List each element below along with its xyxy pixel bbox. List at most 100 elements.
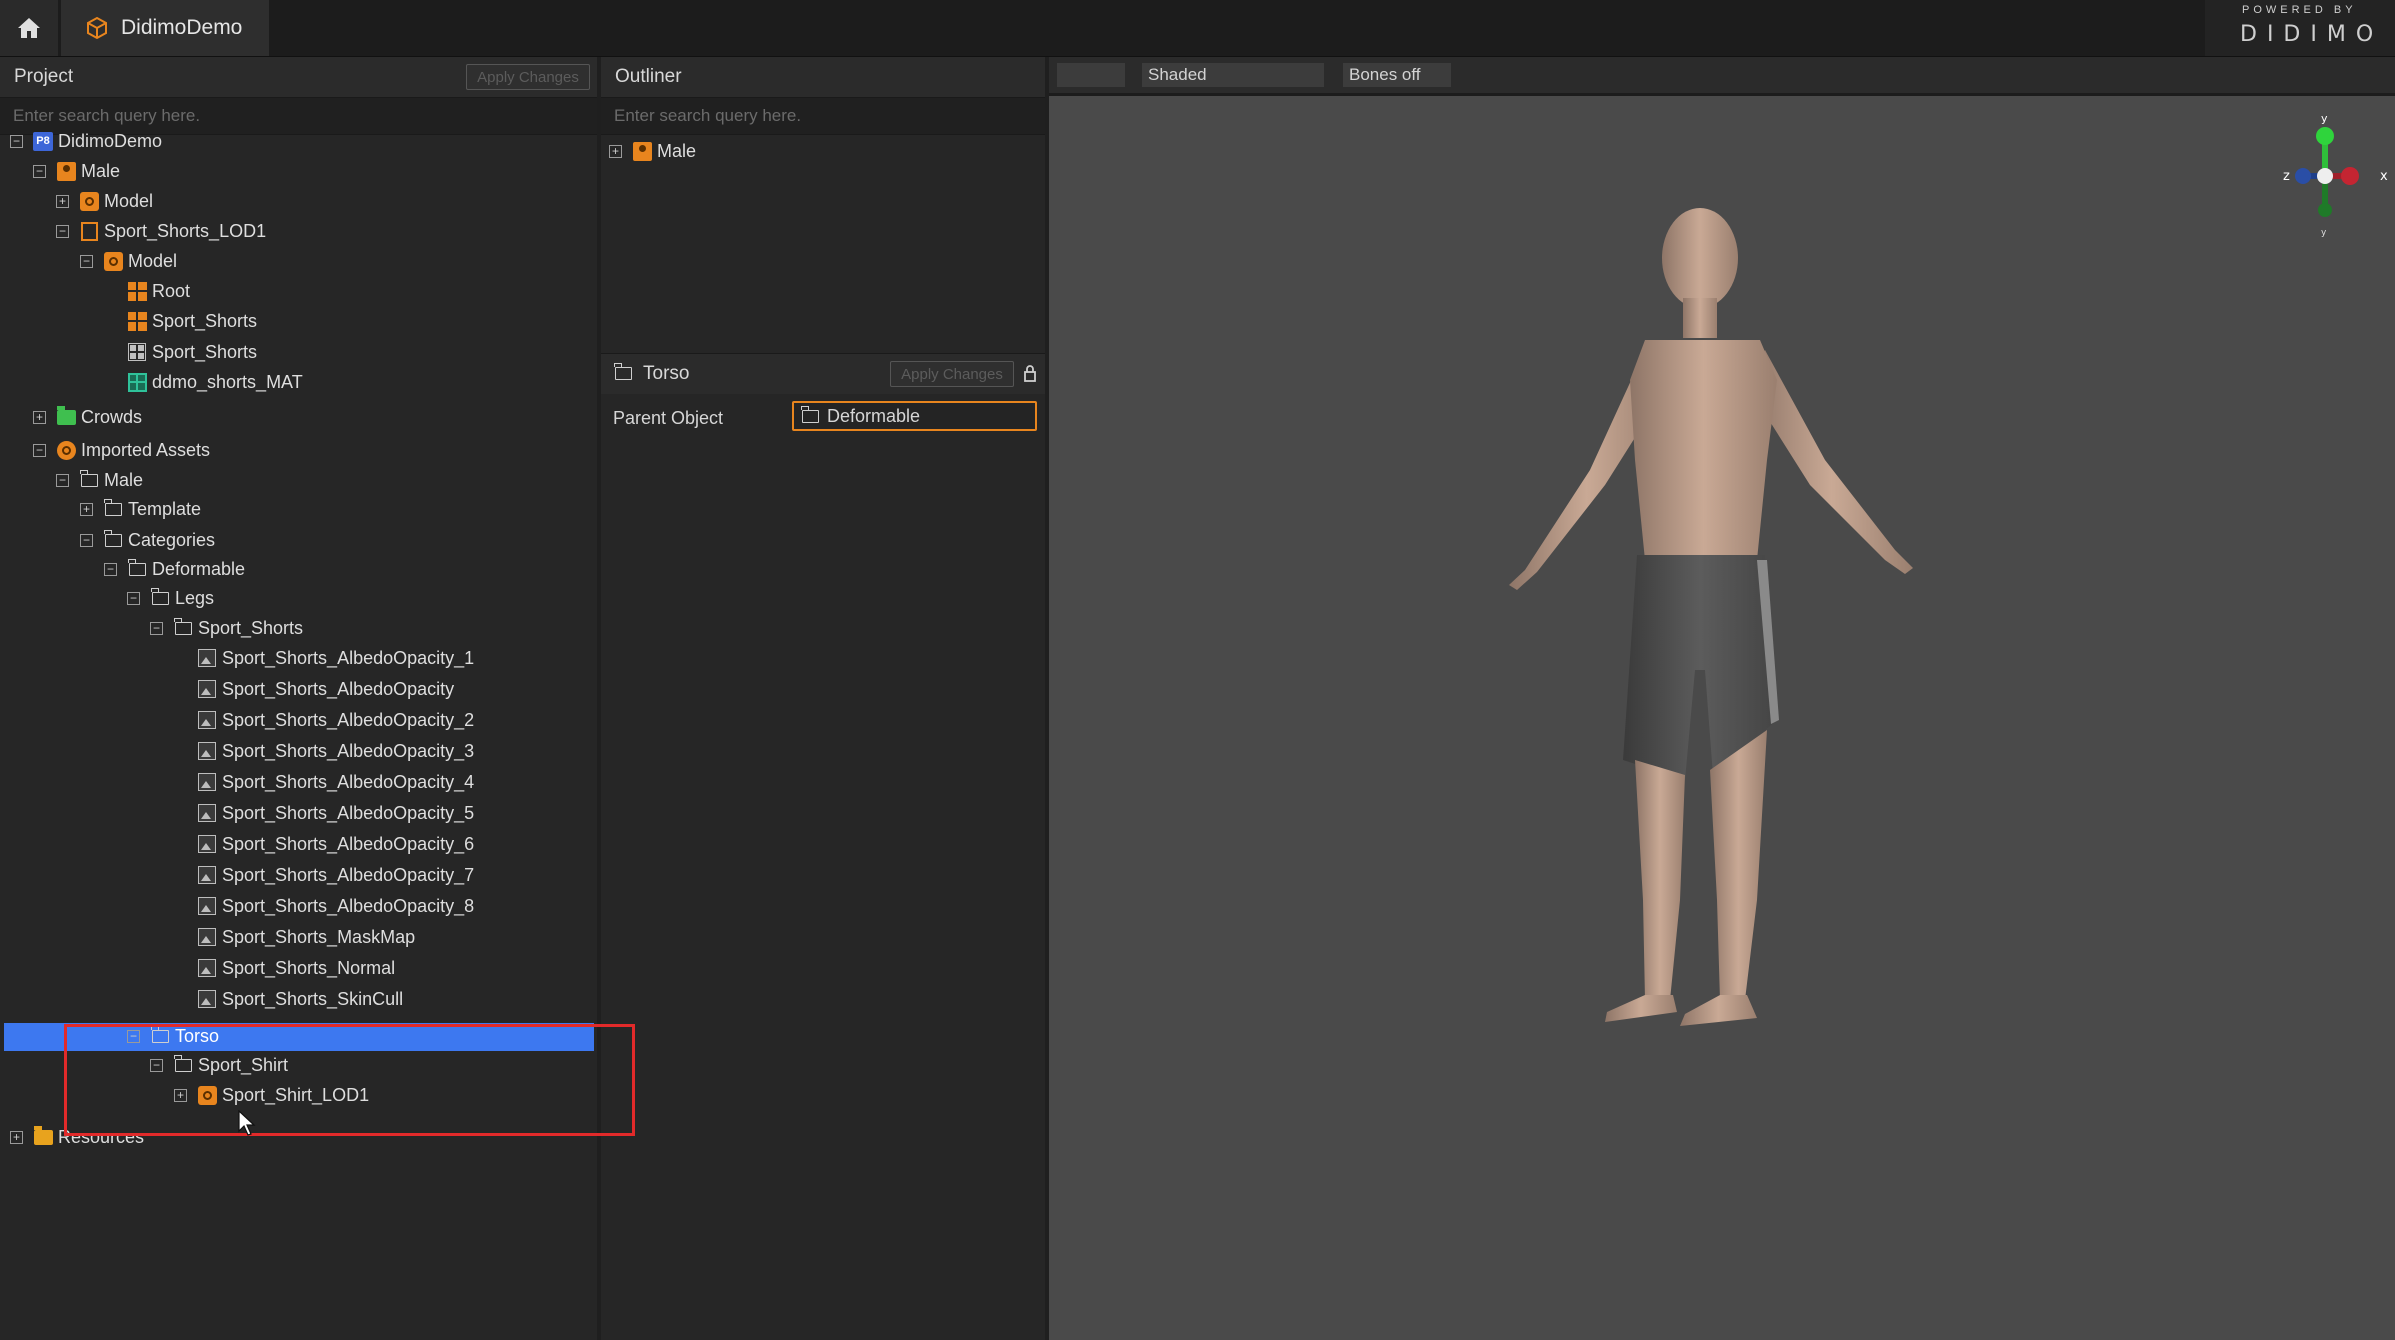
resources-folder-icon [33, 1125, 53, 1147]
parent-object-value: Deformable [827, 405, 921, 426]
tree-row-label: Male [81, 161, 121, 181]
texture-icon [197, 989, 217, 1009]
tree-row[interactable]: Sport_Shorts_AlbedoOpacity_6 [0, 831, 590, 859]
texture-icon [197, 834, 217, 854]
tree-row[interactable]: Sport_Shorts_AlbedoOpacity_1 [0, 645, 590, 673]
collapse-icon[interactable]: − [80, 534, 93, 547]
outliner-search-input[interactable] [601, 98, 1045, 134]
tree-row-label: Root [152, 281, 191, 301]
expand-icon[interactable]: + [80, 503, 93, 516]
tree-row-label: Imported Assets [81, 440, 211, 460]
texture-icon [197, 803, 217, 823]
viewport-shading-dropdown[interactable]: Shaded [1142, 63, 1324, 87]
collapse-icon[interactable]: − [127, 592, 140, 605]
gizmo-z-label: z [2283, 169, 2290, 184]
folder-icon [103, 529, 123, 550]
tree-row-label: Sport_Shirt [198, 1055, 289, 1075]
expand-icon[interactable]: + [56, 195, 69, 208]
tree-row[interactable]: Sport_Shorts_AlbedoOpacity_7 [0, 862, 590, 890]
brand-powered-text: POWERED BY [2242, 4, 2357, 16]
tree-row[interactable]: Sport_Shorts_MaskMap [0, 924, 590, 952]
outliner-title: Outliner [615, 66, 682, 87]
collapse-icon[interactable]: − [104, 563, 117, 576]
tree-row[interactable]: Root [0, 278, 590, 306]
gizmo-y-label-bottom: y [2321, 228, 2327, 238]
expand-icon[interactable]: + [609, 145, 622, 158]
tree-row[interactable]: Sport_Shorts_AlbedoOpacity_2 [0, 707, 590, 735]
folder-icon [79, 469, 99, 490]
parent-object-field[interactable]: Deformable [792, 401, 1037, 431]
app-cube-icon [87, 16, 107, 40]
character-model[interactable] [1495, 200, 1975, 1040]
joint-grid-icon [127, 281, 147, 301]
properties-title: Torso [643, 363, 690, 384]
tree-row[interactable]: ddmo_shorts_MAT [0, 369, 590, 397]
tree-row[interactable]: − Male [0, 158, 590, 186]
project-header: Project Apply Changes [0, 57, 597, 98]
viewport-bones-toggle[interactable]: Bones off [1343, 63, 1451, 87]
tree-row-label: Male [104, 470, 144, 490]
tree-row-label: Categories [128, 530, 216, 550]
tree-row-selected[interactable]: − Torso [4, 1023, 594, 1051]
tree-row[interactable]: Sport_Shorts_AlbedoOpacity [0, 676, 590, 704]
tree-row[interactable]: Sport_Shorts_AlbedoOpacity_3 [0, 738, 590, 766]
tree-row[interactable]: Sport_Shorts_Normal [0, 955, 590, 983]
collapse-icon[interactable]: − [33, 444, 46, 457]
tree-row[interactable]: + Model [0, 188, 590, 216]
lod-icon [79, 221, 99, 241]
tree-row[interactable]: − Model [0, 248, 590, 276]
tree-row[interactable]: − Deformable [0, 556, 590, 584]
collapse-icon[interactable]: − [150, 1059, 163, 1072]
tree-row[interactable]: Sport_Shorts [0, 308, 590, 336]
texture-icon [197, 710, 217, 730]
expand-icon[interactable]: + [10, 1131, 23, 1144]
collapse-icon[interactable]: − [150, 622, 163, 635]
project-apply-changes-button[interactable]: Apply Changes [466, 64, 590, 90]
viewport-camera-button[interactable] [1057, 63, 1125, 87]
gizmo-x-label: x [2380, 169, 2388, 184]
properties-header: Torso Apply Changes [601, 353, 1045, 395]
viewport-toolbar: Shaded Bones off [1049, 57, 2395, 96]
tree-row[interactable]: Sport_Shorts_AlbedoOpacity_4 [0, 769, 590, 797]
tree-row[interactable]: + Male [601, 138, 1045, 166]
tree-row[interactable]: Sport_Shorts_SkinCull [0, 986, 590, 1014]
collapse-icon[interactable]: − [127, 1030, 140, 1043]
app-tab[interactable]: DidimoDemo [61, 0, 269, 56]
tree-row[interactable]: − Imported Assets [0, 437, 590, 465]
axis-gizmo[interactable]: y y x z [2255, 108, 2390, 238]
tree-row[interactable]: Sport_Shorts [0, 339, 590, 367]
outliner-header: Outliner [601, 57, 1045, 98]
brand-logo-text: DIDIMO [2240, 22, 2384, 47]
tree-row-label: Sport_Shorts_AlbedoOpacity [222, 679, 455, 699]
tree-row[interactable]: Sport_Shorts_AlbedoOpacity_5 [0, 800, 590, 828]
tree-row[interactable]: − Legs [0, 585, 590, 613]
expand-icon[interactable]: + [174, 1089, 187, 1102]
folder-icon [150, 587, 170, 608]
tree-row[interactable]: − Male [0, 467, 590, 495]
home-button[interactable] [0, 0, 58, 56]
tree-row[interactable]: + Sport_Shirt_LOD1 [0, 1082, 590, 1110]
tree-row[interactable]: − Sport_Shorts [0, 615, 590, 643]
lock-icon[interactable] [1023, 364, 1037, 382]
collapse-icon[interactable]: − [56, 474, 69, 487]
tree-row-label: Sport_Shorts_AlbedoOpacity_8 [222, 896, 475, 916]
tree-row-label: Sport_Shorts_Normal [222, 958, 396, 978]
tree-row-label: Sport_Shorts [152, 342, 258, 362]
tree-row[interactable]: Sport_Shorts_AlbedoOpacity_8 [0, 893, 590, 921]
expand-icon[interactable]: + [33, 411, 46, 424]
tree-row[interactable]: + Resources [0, 1124, 590, 1152]
collapse-icon[interactable]: − [33, 165, 46, 178]
tree-row-label: Sport_Shorts_MaskMap [222, 927, 416, 947]
collapse-icon[interactable]: − [56, 225, 69, 238]
properties-apply-changes-button[interactable]: Apply Changes [890, 361, 1014, 387]
collapse-icon[interactable]: − [10, 135, 23, 148]
tree-row-label: Resources [58, 1127, 145, 1147]
tree-row[interactable]: − Sport_Shirt [0, 1052, 590, 1080]
texture-icon [197, 896, 217, 916]
collapse-icon[interactable]: − [80, 255, 93, 268]
tree-row[interactable]: + Template [0, 496, 590, 524]
tree-row[interactable]: − Sport_Shorts_LOD1 [0, 218, 590, 246]
tree-row[interactable]: − P8 DidimoDemo [0, 128, 590, 156]
tree-row[interactable]: − Categories [0, 527, 590, 555]
tree-row[interactable]: + Crowds [0, 404, 590, 432]
